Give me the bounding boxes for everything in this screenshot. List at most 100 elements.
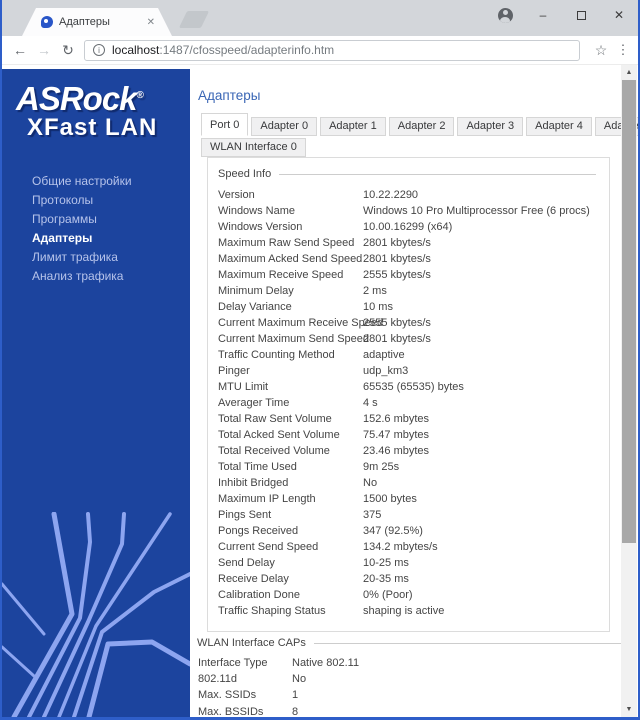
row-label: Pongs Received bbox=[218, 525, 299, 537]
row-label: Receive Delay bbox=[218, 573, 289, 585]
row-label: Delay Variance bbox=[218, 301, 292, 313]
table-row: Max. SSIDs 1 bbox=[197, 687, 621, 703]
adapter-tab[interactable]: Adapter 3 bbox=[457, 117, 524, 136]
row-label: Send Delay bbox=[218, 557, 275, 569]
page-scrollbar[interactable]: ▲ ▼ bbox=[621, 65, 637, 717]
row-value: No bbox=[363, 477, 378, 489]
table-row: Total Raw Sent Volume 152.6 mbytes bbox=[208, 411, 609, 427]
table-row: Current Send Speed 134.2 mbytes/s bbox=[208, 539, 609, 555]
row-value: 152.6 mbytes bbox=[363, 413, 430, 425]
row-label: Version bbox=[218, 189, 255, 201]
asrock-xfastlan-logo: ASRock® XFast LAN bbox=[16, 78, 190, 141]
table-row: Traffic Counting Method adaptive bbox=[208, 347, 609, 363]
table-row: Maximum IP Length 1500 bytes bbox=[208, 491, 609, 507]
adapter-tab[interactable]: Adapter 1 bbox=[320, 117, 386, 136]
row-label: Total Time Used bbox=[218, 461, 297, 473]
tab-title: Адаптеры bbox=[59, 16, 110, 28]
scroll-down-icon[interactable]: ▼ bbox=[621, 702, 637, 717]
row-label: Calibration Done bbox=[218, 589, 300, 601]
table-row: Averager Time 4 s bbox=[208, 395, 609, 411]
row-value: 23.46 mbytes bbox=[363, 445, 430, 457]
row-value: 2 ms bbox=[363, 285, 387, 297]
page-info-icon[interactable]: i bbox=[93, 44, 105, 56]
bookmark-star-icon[interactable]: ☆ bbox=[590, 42, 612, 59]
table-row: Total Received Volume 23.46 mbytes bbox=[208, 443, 609, 459]
row-value: 10 ms bbox=[363, 301, 393, 313]
row-value: 1 bbox=[292, 689, 299, 702]
sidebar-item[interactable]: Анализ трафика bbox=[2, 266, 190, 285]
row-label: MTU Limit bbox=[218, 381, 269, 393]
forward-icon[interactable]: → bbox=[32, 42, 56, 58]
scrollbar-thumb[interactable] bbox=[622, 80, 636, 543]
table-row: Maximum Receive Speed 2555 kbytes/s bbox=[208, 267, 609, 283]
url-path: :1487/cfosspeed/adapterinfo.htm bbox=[159, 43, 335, 57]
profile-icon bbox=[497, 7, 513, 23]
adapter-tab[interactable]: Adapter 4 bbox=[526, 117, 592, 136]
table-row: Receive Delay 20-35 ms bbox=[208, 571, 609, 587]
speed-info-legend: Speed Info bbox=[218, 168, 596, 180]
row-value: Native 802.11 bbox=[292, 657, 360, 669]
back-icon[interactable]: ← bbox=[8, 42, 32, 58]
adapter-tab[interactable]: Adapter 2 bbox=[388, 117, 455, 136]
row-value: 347 (92.5%) bbox=[363, 525, 423, 537]
row-value: 2801 kbytes/s bbox=[363, 237, 431, 249]
table-row: Send Delay 10-25 ms bbox=[208, 555, 609, 571]
sidebar-item[interactable]: Лимит трафика bbox=[2, 247, 190, 266]
tab-close-icon[interactable]: ✕ bbox=[147, 17, 155, 28]
row-value: 0% (Poor) bbox=[363, 589, 413, 601]
table-row: Current Maximum Receive Speed 2555 kbyte… bbox=[208, 315, 609, 331]
url-text: localhost:1487/cfosspeed/adapterinfo.htm bbox=[112, 43, 334, 57]
row-value: 4 s bbox=[363, 397, 378, 409]
row-value: 10-25 ms bbox=[363, 557, 409, 569]
minimize-button[interactable]: – bbox=[524, 0, 562, 30]
table-row: Inhibit Bridged No bbox=[208, 475, 609, 491]
row-value: 375 bbox=[363, 509, 382, 521]
sidebar-item[interactable]: Программы bbox=[2, 209, 190, 228]
table-row: Minimum Delay 2 ms bbox=[208, 283, 609, 299]
table-row: Delay Variance 10 ms bbox=[208, 299, 609, 315]
sidebar: ASRock® XFast LAN Общие настройки Протоко… bbox=[2, 69, 190, 717]
row-value: 20-35 ms bbox=[363, 573, 409, 585]
wlan-interface-tab[interactable]: WLAN Interface 0 bbox=[201, 138, 306, 157]
table-row: Total Time Used 9m 25s bbox=[208, 459, 609, 475]
row-label: Traffic Shaping Status bbox=[218, 605, 326, 617]
browser-tabstrip: Адаптеры ✕ – ✕ bbox=[2, 0, 638, 36]
speed-info-legend-text: Speed Info bbox=[218, 168, 272, 180]
wlan-caps-section: WLAN Interface CAPs Interface Type Nativ… bbox=[197, 637, 621, 717]
row-value: shaping is active bbox=[363, 605, 445, 617]
sidebar-item[interactable]: Протоколы bbox=[2, 190, 190, 209]
row-label: Pinger bbox=[218, 365, 250, 377]
address-bar[interactable]: i localhost:1487/cfosspeed/adapterinfo.h… bbox=[84, 39, 580, 61]
row-value: 8 bbox=[292, 705, 299, 717]
legend-rule bbox=[279, 174, 596, 175]
row-label: Maximum Receive Speed bbox=[218, 269, 344, 281]
page-content: ASRock® XFast LAN Общие настройки Протоко… bbox=[2, 65, 638, 717]
row-label: Max. BSSIDs bbox=[198, 705, 264, 717]
window-controls: – ✕ bbox=[486, 0, 638, 30]
browser-menu-icon[interactable]: ⋮ bbox=[612, 42, 634, 58]
row-label: Total Raw Sent Volume bbox=[218, 413, 332, 425]
profile-button[interactable] bbox=[486, 0, 524, 30]
wlan-caps-table: Interface Type Native 802.11 802.11d No … bbox=[197, 655, 621, 717]
row-label: Total Acked Sent Volume bbox=[218, 429, 340, 441]
adapter-tab[interactable]: Adapter 0 bbox=[251, 117, 318, 136]
close-button[interactable]: ✕ bbox=[600, 0, 638, 30]
row-value: 2555 kbytes/s bbox=[363, 269, 431, 281]
row-label: Max. SSIDs bbox=[198, 689, 257, 702]
registered-mark: ® bbox=[136, 90, 144, 101]
new-tab-button[interactable] bbox=[178, 11, 210, 28]
adapter-tab[interactable]: Port 0 bbox=[201, 113, 249, 136]
reload-icon[interactable]: ↻ bbox=[56, 42, 80, 59]
row-value: 2801 kbytes/s bbox=[363, 333, 431, 345]
table-row: MTU Limit 65535 (65535) bytes bbox=[208, 379, 609, 395]
sidebar-item[interactable]: Адаптеры bbox=[2, 228, 190, 247]
row-value: Windows 10 Pro Multiprocessor Free (6 pr… bbox=[363, 205, 590, 217]
main-content: Адаптеры Port 0 Adapter 0 Adapter 1 Adapter… bbox=[190, 65, 638, 717]
maximize-button[interactable] bbox=[562, 0, 600, 30]
sidebar-item[interactable]: Общие настройки bbox=[2, 171, 190, 190]
row-value: 134.2 mbytes/s bbox=[363, 541, 438, 553]
table-row: Windows Version 10.00.16299 (x64) bbox=[208, 219, 609, 235]
browser-tab[interactable]: Адаптеры ✕ bbox=[22, 8, 172, 36]
url-host: localhost bbox=[112, 43, 160, 57]
scroll-up-icon[interactable]: ▲ bbox=[621, 65, 637, 80]
